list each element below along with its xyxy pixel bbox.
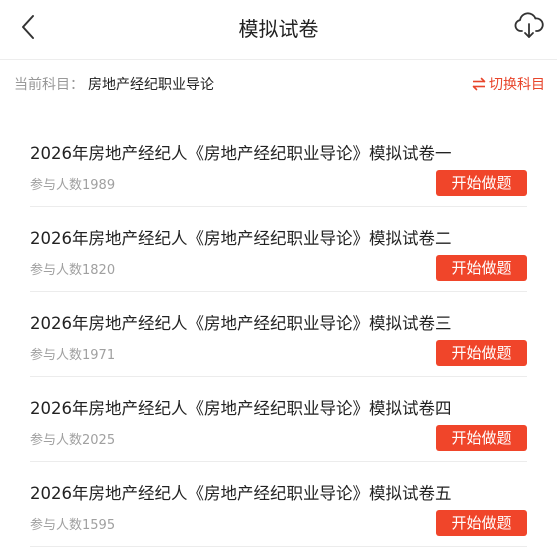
paper-title: 2026年房地产经纪人《房地产经纪职业导论》模拟试卷三 [30,314,452,333]
switch-subject-label: 切换科目 [489,77,545,93]
list-item[interactable]: 2026年房地产经纪人《房地产经纪职业导论》模拟试卷二 参与人数1820 开始做… [30,207,527,292]
paper-title: 2026年房地产经纪人《房地产经纪职业导论》模拟试卷二 [30,229,452,248]
list-item[interactable]: 2026年房地产经纪人《房地产经纪职业导论》模拟试卷三 参与人数1971 开始做… [30,292,527,377]
start-quiz-button[interactable]: 开始做题 [436,510,527,536]
swap-arrows-icon [472,77,486,91]
paper-title: 2026年房地产经纪人《房地产经纪职业导论》模拟试卷一 [30,144,452,163]
subject-value: 房地产经纪职业导论 [88,77,214,93]
cloud-download-icon [513,12,545,44]
start-quiz-button[interactable]: 开始做题 [436,340,527,366]
page-title: 模拟试卷 [238,17,319,41]
app-screen: 模拟试卷 当前科目： 房地产经纪职业导论 切换科目 2026年房地产经纪人《房地… [0,0,557,559]
list-item[interactable]: 2026年房地产经纪人《房地产经纪职业导论》模拟试卷五 参与人数1595 开始做… [30,462,527,547]
list-item[interactable]: 2026年房地产经纪人《房地产经纪职业导论》模拟试卷四 参与人数2025 开始做… [30,377,527,462]
header-bar: 模拟试卷 [0,0,557,60]
subject-label: 当前科目： [14,77,84,93]
paper-title: 2026年房地产经纪人《房地产经纪职业导论》模拟试卷四 [30,399,452,418]
start-quiz-button[interactable]: 开始做题 [436,255,527,281]
paper-list: 2026年房地产经纪人《房地产经纪职业导论》模拟试卷一 参与人数1989 开始做… [0,122,557,547]
participant-count: 参与人数1820 [30,263,116,278]
subject-bar: 当前科目： 房地产经纪职业导论 切换科目 [0,60,557,108]
download-button[interactable] [511,12,547,44]
list-item[interactable]: 2026年房地产经纪人《房地产经纪职业导论》模拟试卷一 参与人数1989 开始做… [30,122,527,207]
participant-count: 参与人数1989 [30,178,116,193]
chevron-left-icon [20,14,36,44]
switch-subject-button[interactable]: 切换科目 [472,60,545,108]
participant-count: 参与人数2025 [30,433,116,448]
participant-count: 参与人数1971 [30,348,116,363]
section-gap [0,108,557,122]
paper-title: 2026年房地产经纪人《房地产经纪职业导论》模拟试卷五 [30,484,452,503]
participant-count: 参与人数1595 [30,518,116,533]
back-button[interactable] [14,14,42,44]
start-quiz-button[interactable]: 开始做题 [436,425,527,451]
start-quiz-button[interactable]: 开始做题 [436,170,527,196]
